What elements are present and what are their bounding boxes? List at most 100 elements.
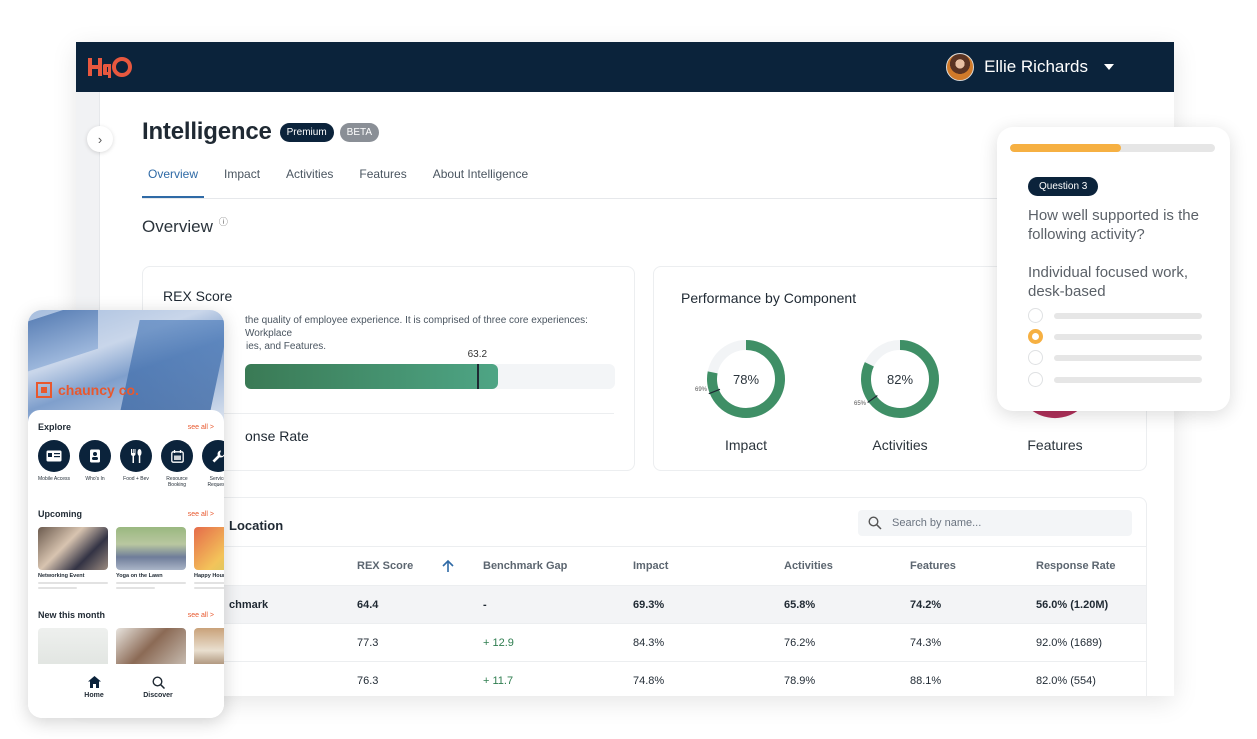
option-placeholder-line [1054,354,1202,361]
survey-option-2[interactable] [1028,329,1202,344]
features-label: Features [1027,437,1083,453]
event-card[interactable]: Yoga on the Lawn [116,527,186,589]
shortcut-label: Service Requests [207,476,224,488]
tab-discover-label: Discover [143,692,173,699]
new-this-month-see-all-link[interactable]: see all > [188,612,214,619]
expand-sidebar-button[interactable]: › [87,126,113,152]
donut-activities[interactable]: 82% Activities 65% [840,337,960,453]
top-nav-bar: Ellie Richards [76,42,1174,92]
radio-button-selected[interactable] [1028,329,1043,344]
divider [163,413,614,414]
table-row[interactable]: 76.3 + 11.7 74.8% 78.9% 88.1% 82.0% (554… [143,661,1146,696]
row-activities: 78.9% [784,675,816,687]
row-features: 74.2% [910,599,942,611]
hero-building-image: chauncy co. [28,310,224,430]
shortcut-resource-booking[interactable]: Resource Booking [161,440,193,488]
row-activities: 65.8% [784,599,816,611]
id-card-icon [38,440,70,472]
table-header-row: REX Score Benchmark Gap Impact Activitie… [143,546,1146,585]
info-icon[interactable]: ⓘ [219,215,228,228]
table-row-benchmark[interactable]: chmark 64.4 - 69.3% 65.8% 74.2% 56.0% (1… [143,585,1146,623]
placeholder-line [194,587,224,589]
placeholder-line [38,587,77,589]
rex-score-description: the quality of employee experience. It i… [163,314,623,353]
survey-card: Question 3 How well supported is the fol… [997,127,1230,411]
event-card[interactable]: Networking Event [38,527,108,589]
beta-badge: BETA [339,122,380,142]
donut-impact[interactable]: 78% Impact 69% [686,337,806,453]
calendar-icon [161,440,193,472]
event-image [38,527,108,570]
radio-button[interactable] [1028,308,1043,323]
upcoming-events: Networking Event Yoga on the Lawn Happy … [38,527,224,589]
tab-about-intelligence[interactable]: About Intelligence [427,162,534,198]
user-name[interactable]: Ellie Richards [984,57,1088,77]
row-features: 74.3% [910,637,942,649]
survey-option-1[interactable] [1028,308,1202,323]
caret-down-icon[interactable] [1104,64,1114,70]
utensils-icon [120,440,152,472]
wrench-icon [202,440,224,472]
tab-home-label: Home [84,692,104,699]
search-input[interactable] [892,517,1112,529]
section-title-text: Overview [142,217,213,236]
survey-option-4[interactable] [1028,372,1202,387]
col-rex-score[interactable]: REX Score [357,547,413,585]
shortcut-mobile-access[interactable]: Mobile Access [38,440,70,488]
tab-home[interactable]: Home [74,676,114,718]
user-menu[interactable]: Ellie Richards [946,53,1114,81]
tenant-brand: chauncy co. [36,382,139,398]
location-table-title: Location [229,518,284,533]
row-name: chmark [229,599,269,611]
brand-logo-icon [36,382,52,398]
tab-discover[interactable]: Discover [138,676,178,718]
upcoming-see-all-link[interactable]: see all > [188,511,214,518]
rex-score-title: REX Score [163,288,233,304]
impact-donut-chart: 78% [707,340,785,418]
radio-button[interactable] [1028,372,1043,387]
event-card[interactable]: Happy Hour [194,527,224,589]
shortcut-service-requests[interactable]: Service Requests [202,440,224,488]
page-title: Intelligence [142,118,272,145]
table-row[interactable]: 77.3 + 12.9 84.3% 76.2% 74.3% 92.0% (168… [143,623,1146,661]
event-title: Happy Hour [194,573,224,579]
row-gap: - [483,599,487,611]
shortcut-whos-in[interactable]: Who's In [79,440,111,488]
placeholder-line [38,582,108,584]
row-response: 92.0% (1689) [1036,637,1103,649]
rex-desc-line1: the quality of employee experience. It i… [245,315,588,339]
row-impact: 74.8% [633,675,665,687]
shortcut-food-bev[interactable]: Food + Bev [120,440,152,488]
survey-progress-bar [1010,144,1215,152]
search-box[interactable] [858,510,1132,536]
col-features[interactable]: Features [910,547,956,585]
user-avatar[interactable] [946,53,975,81]
building-shape [28,310,98,372]
tab-activities[interactable]: Activities [280,162,339,198]
sort-ascending-icon[interactable] [441,559,455,573]
col-benchmark-gap[interactable]: Benchmark Gap [483,547,567,585]
event-image [116,527,186,570]
rex-score-bar: 63.2 [245,349,615,389]
tab-impact[interactable]: Impact [218,162,266,198]
contacts-icon [79,440,111,472]
tab-overview[interactable]: Overview [142,162,205,198]
chevron-right-icon: › [97,131,103,147]
rex-score-bar-fill [245,364,499,389]
hqo-logo[interactable] [86,52,134,82]
col-impact[interactable]: Impact [633,547,668,585]
home-icon [74,676,114,690]
radio-button[interactable] [1028,350,1043,365]
placeholder-line [194,582,224,584]
survey-option-3[interactable] [1028,350,1202,365]
placeholder-line [116,587,155,589]
tab-features[interactable]: Features [353,162,412,198]
col-response-rate[interactable]: Response Rate [1036,547,1115,585]
activities-label: Activities [872,437,928,453]
row-rex: 77.3 [357,637,379,649]
search-icon [138,676,178,690]
explore-see-all-link[interactable]: see all > [188,424,214,431]
placeholder-line [116,582,186,584]
option-placeholder-line [1054,312,1202,319]
col-activities[interactable]: Activities [784,547,833,585]
